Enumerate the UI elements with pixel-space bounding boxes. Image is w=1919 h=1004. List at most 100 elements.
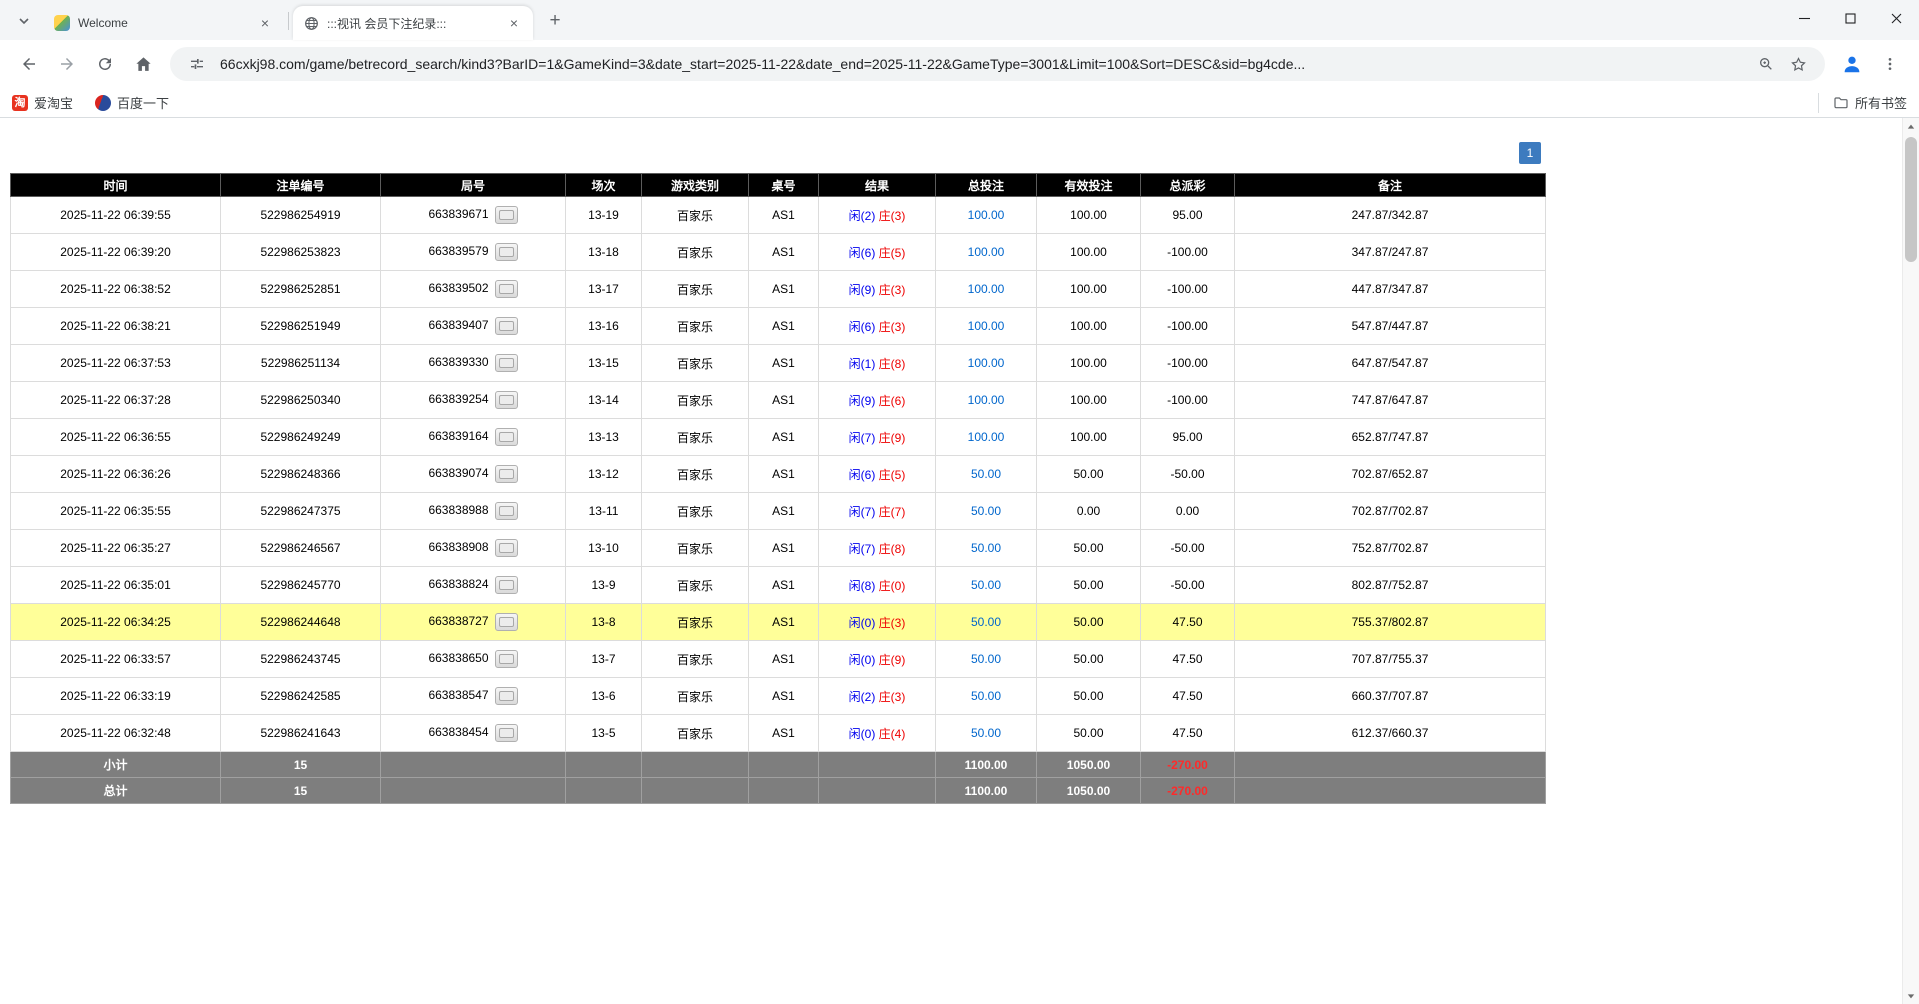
cell-total-bet[interactable]: 50.00 [936,493,1037,530]
cell-valid-bet: 50.00 [1037,678,1141,715]
forward-button[interactable] [50,47,84,81]
new-tab-button[interactable]: + [541,7,569,35]
cell-total-bet[interactable]: 50.00 [936,678,1037,715]
tab-welcome[interactable]: Welcome × [44,6,284,40]
round-replay-icon[interactable] [495,206,518,224]
cell-bet-id: 522986242585 [221,678,381,715]
back-arrow-icon [20,55,38,73]
cell-total-bet[interactable]: 100.00 [936,308,1037,345]
round-replay-icon[interactable] [495,428,518,446]
bookmark-taobao[interactable]: 淘 爱淘宝 [12,93,73,112]
cell-result: 闲(0) 庄(4) [819,715,936,752]
banker-result: 庄(3) [879,209,906,223]
site-info-icon[interactable] [184,51,210,77]
cell-game-type: 百家乐 [642,345,749,382]
cell-remark: 247.87/342.87 [1235,197,1546,234]
round-replay-icon[interactable] [495,650,518,668]
cell-total-bet[interactable]: 50.00 [936,530,1037,567]
cell-result: 闲(7) 庄(9) [819,419,936,456]
tab-close-icon[interactable]: × [256,14,274,32]
scrollbar-thumb[interactable] [1905,137,1917,262]
vertical-scrollbar[interactable] [1902,118,1919,1004]
cell-total-bet[interactable]: 100.00 [936,345,1037,382]
menu-button[interactable] [1873,47,1907,81]
tab-search-button[interactable] [10,7,38,35]
url-text[interactable]: 66cxkj98.com/game/betrecord_search/kind3… [220,56,1747,72]
close-window-button[interactable] [1873,0,1919,36]
cell-result: 闲(2) 庄(3) [819,678,936,715]
player-result: 闲(0) [849,727,876,741]
navigation-bar: 66cxkj98.com/game/betrecord_search/kind3… [0,40,1919,88]
table-row: 2025-11-22 06:34:25522986244648663838727… [11,604,1546,641]
address-bar[interactable]: 66cxkj98.com/game/betrecord_search/kind3… [170,47,1825,81]
cell-total-bet[interactable]: 50.00 [936,456,1037,493]
cell-remark: 660.37/707.87 [1235,678,1546,715]
cell-total-bet[interactable]: 50.00 [936,604,1037,641]
tab-close-icon[interactable]: × [505,14,523,32]
cell-total-bet[interactable]: 100.00 [936,197,1037,234]
cell-time: 2025-11-22 06:35:27 [11,530,221,567]
scroll-up-icon[interactable] [1903,118,1919,135]
banker-result: 庄(3) [879,320,906,334]
back-button[interactable] [12,47,46,81]
table-row: 2025-11-22 06:35:01522986245770663838824… [11,567,1546,604]
cell-game-type: 百家乐 [642,641,749,678]
banker-result: 庄(8) [879,542,906,556]
cell-time: 2025-11-22 06:35:01 [11,567,221,604]
scroll-down-icon[interactable] [1903,987,1919,1004]
reload-button[interactable] [88,47,122,81]
cell-remark: 752.87/702.87 [1235,530,1546,567]
round-replay-icon[interactable] [495,317,518,335]
cell-result: 闲(0) 庄(9) [819,641,936,678]
cell-payout: -100.00 [1141,271,1235,308]
round-replay-icon[interactable] [495,687,518,705]
home-button[interactable] [126,47,160,81]
round-replay-icon[interactable] [495,243,518,261]
summary-label: 小计 [11,752,221,778]
round-replay-icon[interactable] [495,465,518,483]
bookmarks-bar: 淘 爱淘宝 百度一下 所有书签 [0,88,1919,118]
profile-avatar[interactable] [1835,47,1869,81]
cell-result: 闲(7) 庄(8) [819,530,936,567]
round-replay-icon[interactable] [495,354,518,372]
table-row: 2025-11-22 06:35:27522986246567663838908… [11,530,1546,567]
minimize-button[interactable] [1781,0,1827,36]
cell-time: 2025-11-22 06:35:55 [11,493,221,530]
player-result: 闲(8) [849,579,876,593]
cell-total-bet[interactable]: 50.00 [936,715,1037,752]
cell-total-bet[interactable]: 100.00 [936,382,1037,419]
round-replay-icon[interactable] [495,576,518,594]
round-replay-icon[interactable] [495,539,518,557]
three-dots-icon [1882,56,1898,72]
cell-time: 2025-11-22 06:34:25 [11,604,221,641]
cell-round-id: 663839407 [381,308,566,345]
cell-payout: 95.00 [1141,419,1235,456]
summary-count: 15 [221,778,381,804]
all-bookmarks[interactable]: 所有书签 [1818,93,1907,113]
summary-count: 15 [221,752,381,778]
column-header: 注单编号 [221,174,381,197]
cell-total-bet[interactable]: 50.00 [936,567,1037,604]
bookmark-star-icon[interactable] [1785,51,1811,77]
cell-valid-bet: 100.00 [1037,382,1141,419]
round-replay-icon[interactable] [495,613,518,631]
round-replay-icon[interactable] [495,280,518,298]
maximize-button[interactable] [1827,0,1873,36]
bookmark-baidu[interactable]: 百度一下 [95,93,169,112]
tab-bet-records[interactable]: :::视讯 会员下注纪录::: × [293,6,533,40]
cell-total-bet[interactable]: 50.00 [936,641,1037,678]
cell-valid-bet: 100.00 [1037,308,1141,345]
page-1-button[interactable]: 1 [1519,142,1541,164]
cell-valid-bet: 100.00 [1037,419,1141,456]
cell-valid-bet: 100.00 [1037,345,1141,382]
cell-total-bet[interactable]: 100.00 [936,234,1037,271]
cell-valid-bet: 100.00 [1037,234,1141,271]
round-replay-icon[interactable] [495,724,518,742]
cell-total-bet[interactable]: 100.00 [936,271,1037,308]
round-replay-icon[interactable] [495,502,518,520]
zoom-icon[interactable] [1753,51,1779,77]
cell-total-bet[interactable]: 100.00 [936,419,1037,456]
cell-remark: 652.87/747.87 [1235,419,1546,456]
round-replay-icon[interactable] [495,391,518,409]
cell-valid-bet: 0.00 [1037,493,1141,530]
